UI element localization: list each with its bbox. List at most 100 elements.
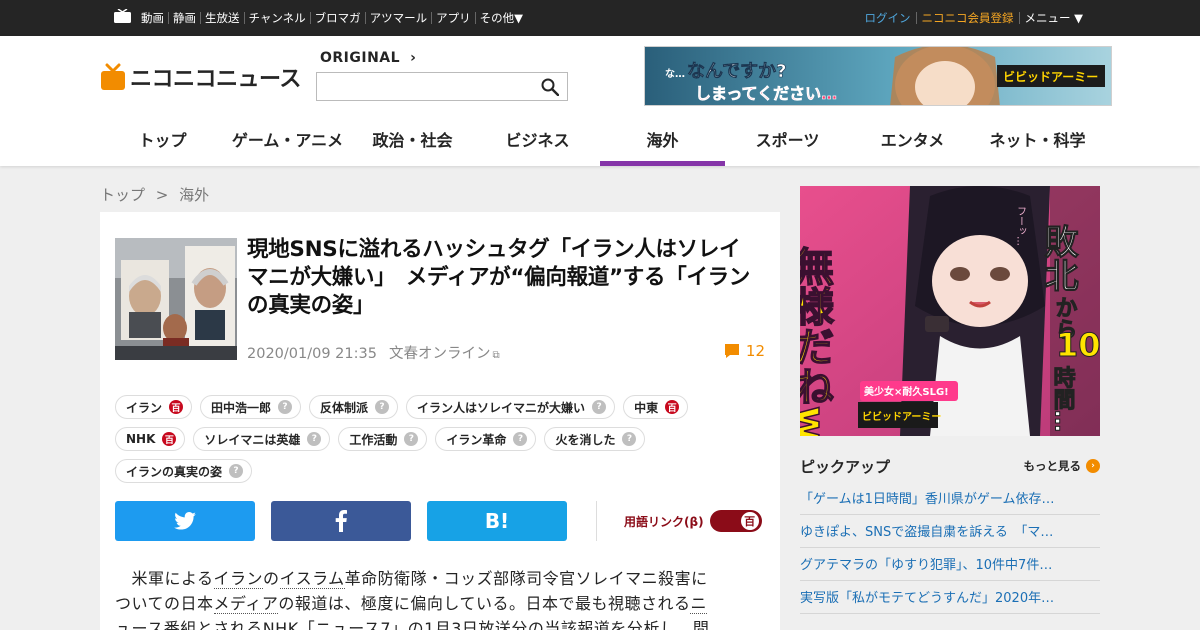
tag-chip[interactable]: 反体制派? [309,395,399,419]
global-nav-link[interactable]: 動画 [137,12,168,24]
share-buttons: B! [115,501,583,541]
tag-label: 中東 [634,400,659,415]
category-tab[interactable]: ビジネス [475,124,600,166]
menu-dropdown[interactable]: メニュー ▼ [1018,12,1089,24]
article-thumbnail [115,238,237,360]
comment-icon [724,344,739,358]
question-icon[interactable]: ? [278,400,293,414]
term-link-label: 用語リンク(β) [624,514,704,529]
term-link[interactable]: イラン [213,569,264,589]
tag-chip[interactable]: 火を消した? [544,427,646,451]
category-tab[interactable]: ゲーム・アニメ [225,124,350,166]
category-tab[interactable]: 海外 [600,124,725,166]
article-source: 文春オンライン [388,346,491,362]
article-body-line: ついての日本メディアの報道は、極度に偏向している。日本で最も視聴されるニ [115,594,707,614]
breadcrumb-current[interactable]: 海外 [179,186,209,204]
term-link-switch[interactable]: 百 [709,510,762,532]
tag-chip[interactable]: 工作活動? [338,427,428,451]
dictionary-icon: 百 [739,511,760,531]
tag-label: 田中浩一郎 [211,400,272,415]
question-icon[interactable]: ? [375,400,390,414]
article-meta: 2020/01/09 21:35 文春オンライン ⧉ [247,342,500,363]
pickup-more-link[interactable]: もっと見る › [1023,458,1100,474]
category-nav: トップ ゲーム・アニメ 政治・社会 ビジネス 海外 スポーツ エンタメ ネット・科学 [100,124,1100,166]
banner-text-prefix: な… [665,68,685,80]
question-icon[interactable]: ? [404,432,419,446]
search-box [316,72,568,101]
niconico-tv-icon[interactable] [114,9,131,23]
question-icon[interactable]: ? [622,432,637,446]
tag-chip[interactable]: 中東百 [623,395,689,419]
tag-chip[interactable]: イランの真実の姿? [115,459,253,483]
side-ad-banner[interactable]: 無様だねw 敗北 から 10 時間… フーッ… 美少女×耐久SLG! ビビッドア… [800,186,1100,436]
pickup-item[interactable]: 実写版「私がモテてどうすんだ」2020年夏公開決定 [800,581,1100,614]
term-link[interactable]: ュース [115,619,164,630]
search-input[interactable] [317,73,527,100]
banner-text-2: しまってください… [695,84,837,103]
tag-chip[interactable]: イラン人はソレイマニが大嫌い? [406,395,616,419]
question-icon[interactable]: ? [229,464,244,478]
site-logo[interactable]: ニコニコニュース [100,62,301,92]
term-link-toggle[interactable]: 用語リンク(β) 百 [624,510,762,532]
dictionary-icon[interactable]: 百 [162,432,177,446]
tag-chip[interactable]: 田中浩一郎? [200,395,302,419]
tag-label: NHK [126,432,156,446]
pickup-list: 「ゲームは1日時間」香川県がゲーム依存症対策条例 ゆきぽよ、SNSで盗撮自粛を訴え… [800,482,1100,614]
comment-count[interactable]: 12 [724,342,765,360]
tag-chip[interactable]: イラン百 [115,395,193,419]
tag-label: イラン [126,400,163,415]
dictionary-icon[interactable]: 百 [169,400,184,414]
twitter-share-button[interactable] [115,501,255,541]
banner-brand: ビビッドアーミー [1003,69,1098,84]
article-date: 2020/01/09 21:35 [247,346,377,362]
breadcrumb-home[interactable]: トップ [100,186,145,204]
login-link[interactable]: ログイン [860,12,916,24]
term-link[interactable]: イスラム [279,569,345,589]
category-tab[interactable]: トップ [100,124,225,166]
article-body: 米軍によるイランのイスラム革命防衛隊・コッズ部隊司令官ソレイマニ殺害に ついての日… [115,566,755,630]
term-link[interactable]: ニ [690,594,707,614]
search-icon[interactable] [541,78,559,96]
pickup-item[interactable]: 「ゲームは1日時間」香川県がゲーム依存症対策条例 [800,482,1100,515]
pickup-header: ピックアップ もっと見る › [800,456,1100,478]
dictionary-icon[interactable]: 百 [665,400,680,414]
facebook-icon [335,510,347,532]
hatena-icon: B! [484,509,510,533]
tag-chip[interactable]: ソレイマニは英雄? [193,427,331,451]
global-nav-link[interactable]: 生放送 [200,12,244,24]
register-link[interactable]: ニコニコ会員登録 [915,12,1019,24]
side-ad-text-defeat: 敗北 [1038,224,1078,292]
external-link-icon: ⧉ [492,350,500,361]
chevron-right-circle-icon: › [1086,459,1100,473]
facebook-share-button[interactable] [271,501,411,541]
pickup-more-label: もっと見る [1023,459,1082,473]
global-nav-link[interactable]: アツマール [364,12,432,24]
global-nav-link[interactable]: 静画 [168,12,200,24]
niconico-logo-icon [101,63,125,90]
pickup-item[interactable]: ゆきぽよ、SNSで盗撮自粛を訴える 「マナーを守って」 [800,515,1100,548]
category-tab[interactable]: 政治・社会 [350,124,475,166]
global-nav-link[interactable]: その他▼ [474,12,527,24]
global-nav-link[interactable]: チャンネル [243,12,310,24]
side-ad-brand: ビビッドアーミー [862,410,941,423]
tag-label: 火を消した [555,432,616,447]
twitter-icon [174,512,196,530]
pickup-item[interactable]: グアテマラの「ゆすり犯罪」、10件中7件は刑務所から [800,548,1100,581]
pickup-title: ピックアップ [800,458,891,476]
category-tab[interactable]: スポーツ [725,124,850,166]
hatena-bookmark-button[interactable]: B! [427,501,567,541]
question-icon[interactable]: ? [307,432,322,446]
term-link[interactable]: メディア [213,594,279,614]
header-ad-banner[interactable]: な… なんですか? しまってください… ビビッドアーミー [644,46,1112,106]
global-nav-link[interactable]: ブロマガ [309,12,365,24]
tag-chip[interactable]: NHK 百 [115,427,186,451]
article-title: 現地SNSに溢れるハッシュタグ「イラン人はソレイマニが大嫌い」 メディアが“偏向… [247,237,751,318]
original-link[interactable]: ORIGINAL › [320,50,416,66]
category-tab[interactable]: ネット・科学 [975,124,1100,166]
question-icon[interactable]: ? [592,400,607,414]
question-icon[interactable]: ? [513,432,528,446]
category-tab[interactable]: エンタメ [850,124,975,166]
tag-chip[interactable]: イラン革命? [435,427,537,451]
article-source-link[interactable]: 文春オンライン ⧉ [389,346,500,362]
global-nav-link[interactable]: アプリ [431,12,475,24]
